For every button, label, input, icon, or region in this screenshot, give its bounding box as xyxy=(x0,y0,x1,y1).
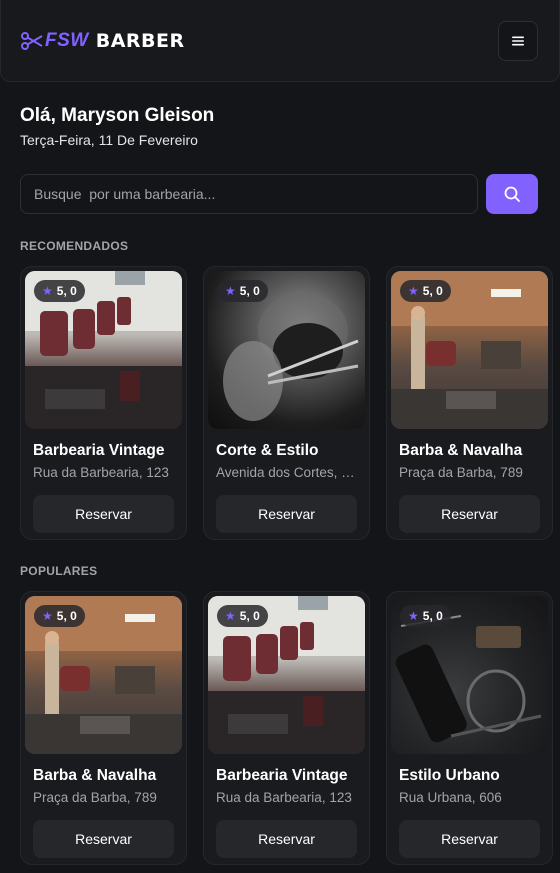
app-header: FSW BARBER xyxy=(0,0,560,82)
barbershop-address: Rua da Barbearia, 123 xyxy=(216,790,352,805)
search-input[interactable] xyxy=(20,174,478,214)
barbershop-name: Barba & Navalha xyxy=(399,442,523,459)
rating-badge: ★ 5, 0 xyxy=(400,605,451,627)
rating-badge: ★ 5, 0 xyxy=(400,280,451,302)
recommended-list: ★ 5, 0 Barbearia Vintage Rua da Barbeari… xyxy=(20,266,560,540)
barbershop-card[interactable]: ★ 5, 0 Estilo Urbano Rua Urbana, 606 Res… xyxy=(386,591,553,865)
rating-badge: ★ 5, 0 xyxy=(217,280,268,302)
rating-badge: ★ 5, 0 xyxy=(34,605,85,627)
barbershop-image: ★ 5, 0 xyxy=(391,596,548,754)
barbershop-address: Avenida dos Cortes, 456 xyxy=(216,465,359,480)
star-icon: ★ xyxy=(225,284,236,298)
reserve-button[interactable]: Reservar xyxy=(216,820,357,858)
barbershop-address: Rua Urbana, 606 xyxy=(399,790,502,805)
barbershop-name: Barba & Navalha xyxy=(33,767,157,784)
reserve-button[interactable]: Reservar xyxy=(399,820,540,858)
section-title-recommended: RECOMENDADOS xyxy=(20,239,129,253)
barbershop-image: ★ 5, 0 xyxy=(208,596,365,754)
barbershop-name: Estilo Urbano xyxy=(399,767,500,784)
barbershop-image: ★ 5, 0 xyxy=(391,271,548,429)
popular-list: ★ 5, 0 Barba & Navalha Praça da Barba, 7… xyxy=(20,591,560,865)
barbershop-address: Praça da Barba, 789 xyxy=(399,465,523,480)
barbershop-card[interactable]: ★ 5, 0 Corte & Estilo Avenida dos Cortes… xyxy=(203,266,370,540)
barbershop-name: Barbearia Vintage xyxy=(216,767,348,784)
rating-value: 5, 0 xyxy=(56,284,77,298)
star-icon: ★ xyxy=(408,284,419,298)
star-icon: ★ xyxy=(408,609,419,623)
barbershop-image: ★ 5, 0 xyxy=(25,271,182,429)
star-icon: ★ xyxy=(225,609,236,623)
barbershop-card[interactable]: ★ 5, 0 Barba & Navalha Praça da Barba, 7… xyxy=(20,591,187,865)
star-icon: ★ xyxy=(42,284,53,298)
rating-value: 5, 0 xyxy=(56,609,77,623)
section-title-popular: POPULARES xyxy=(20,564,98,578)
reserve-button[interactable]: Reservar xyxy=(33,495,174,533)
greeting-title: Olá, Maryson Gleison xyxy=(20,105,215,126)
rating-badge: ★ 5, 0 xyxy=(217,605,268,627)
barbershop-address: Praça da Barba, 789 xyxy=(33,790,157,805)
barbershop-name: Corte & Estilo xyxy=(216,442,319,459)
reserve-button[interactable]: Reservar xyxy=(216,495,357,533)
current-date: Terça-Feira, 11 De Fevereiro xyxy=(20,132,198,148)
barbershop-address: Rua da Barbearia, 123 xyxy=(33,465,169,480)
scissors-icon xyxy=(21,32,43,50)
rating-value: 5, 0 xyxy=(422,609,443,623)
rating-value: 5, 0 xyxy=(239,284,260,298)
reserve-button[interactable]: Reservar xyxy=(33,820,174,858)
logo-barber-text: BARBER xyxy=(95,30,185,52)
rating-value: 5, 0 xyxy=(239,609,260,623)
reserve-button[interactable]: Reservar xyxy=(399,495,540,533)
barbershop-card[interactable]: ★ 5, 0 Barbearia Vintage Rua da Barbeari… xyxy=(20,266,187,540)
star-icon: ★ xyxy=(42,609,53,623)
barbershop-image: ★ 5, 0 xyxy=(25,596,182,754)
barbershop-card[interactable]: ★ 5, 0 Barbearia Vintage Rua da Barbeari… xyxy=(203,591,370,865)
search-icon xyxy=(504,186,520,202)
barbershop-image: ★ 5, 0 xyxy=(208,271,365,429)
logo-fsw-text: FSW xyxy=(45,30,89,51)
search-button[interactable] xyxy=(486,174,538,214)
rating-value: 5, 0 xyxy=(422,284,443,298)
logo[interactable]: FSW BARBER xyxy=(21,30,185,52)
rating-badge: ★ 5, 0 xyxy=(34,280,85,302)
barbershop-card[interactable]: ★ 5, 0 Barba & Navalha Praça da Barba, 7… xyxy=(386,266,553,540)
menu-icon xyxy=(512,36,524,46)
barbershop-name: Barbearia Vintage xyxy=(33,442,165,459)
menu-button[interactable] xyxy=(498,21,538,61)
